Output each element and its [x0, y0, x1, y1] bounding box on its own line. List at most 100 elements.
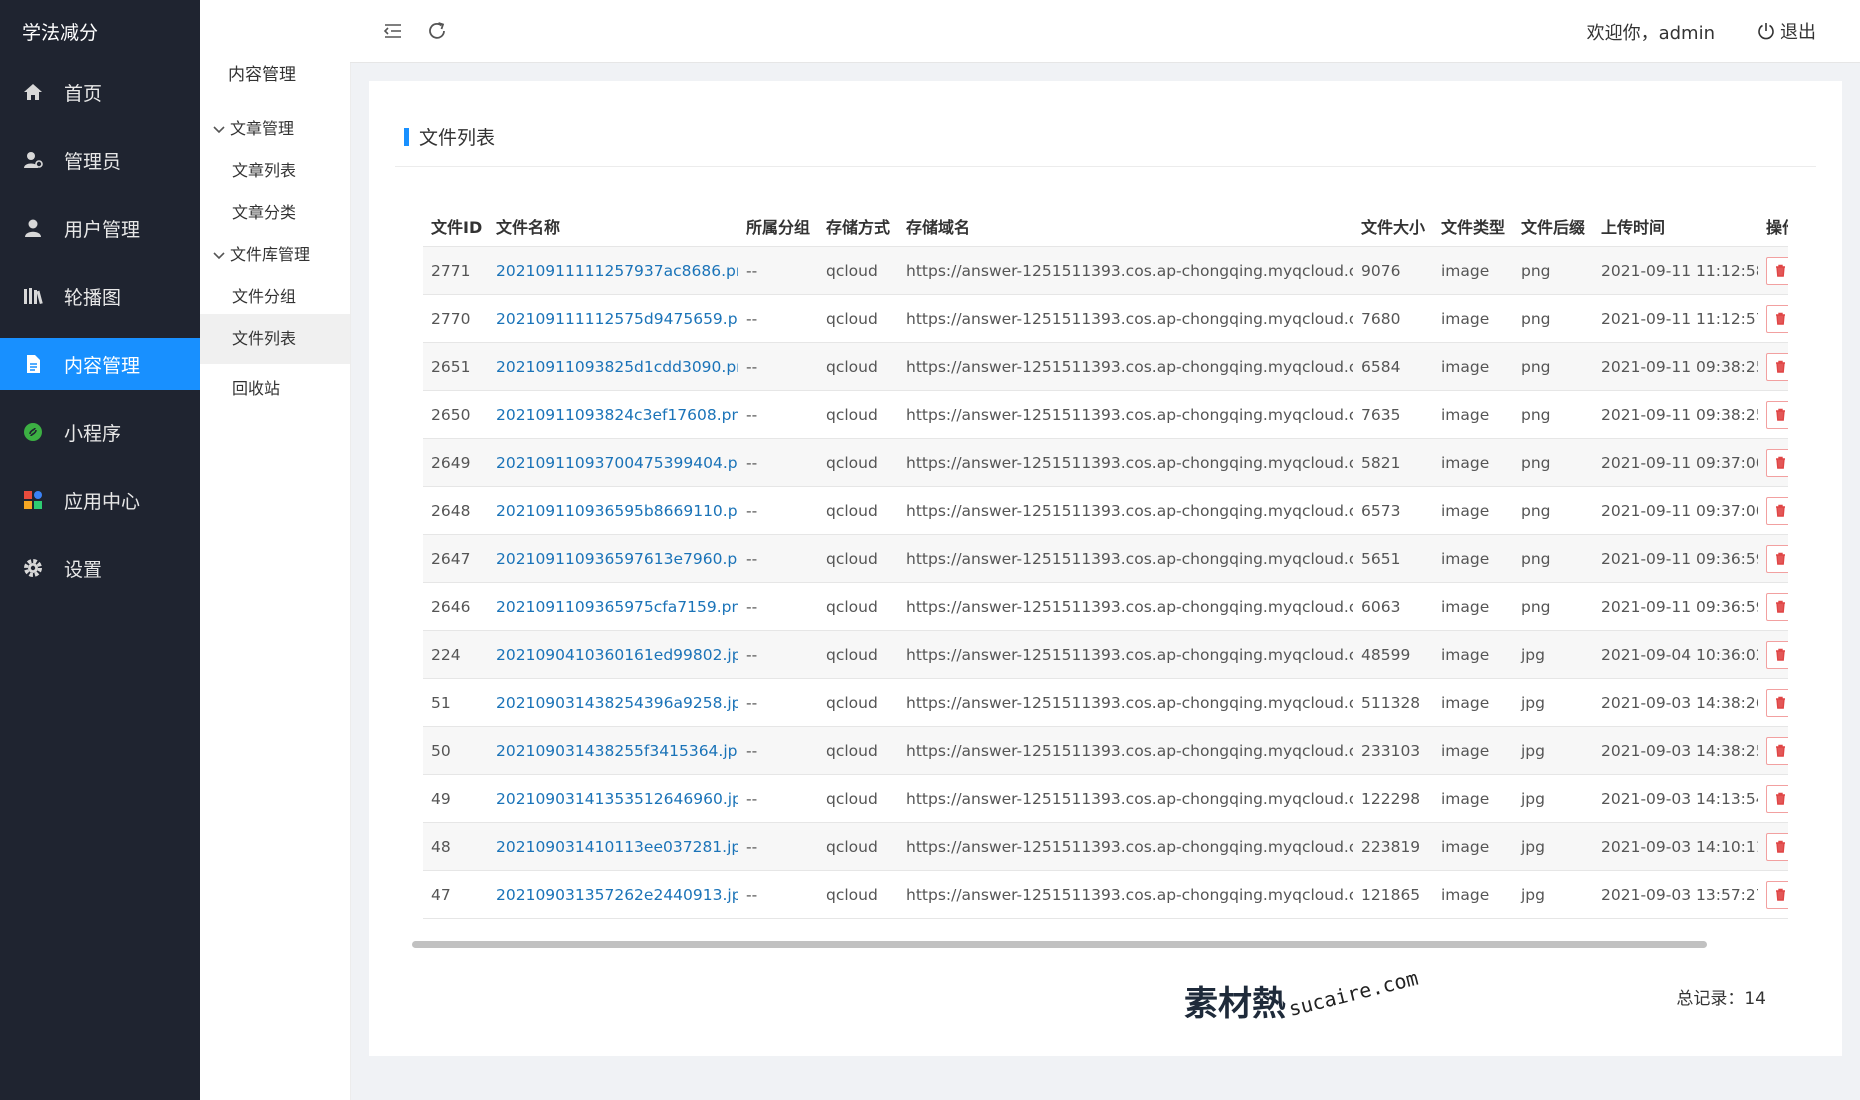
apps-icon — [22, 489, 44, 511]
cell-time: 2021-09-11 09:37:00 — [1593, 486, 1758, 535]
cell-size: 5651 — [1353, 534, 1433, 583]
watermark: 素材熱 sucaire.com — [1184, 966, 1424, 1025]
delete-button[interactable] — [1766, 832, 1788, 861]
cell-id: 2646 — [423, 582, 488, 631]
cell-type: image — [1433, 726, 1513, 775]
sidebar-item-7[interactable]: 设置 — [0, 542, 200, 594]
cell-size: 233103 — [1353, 726, 1433, 775]
cell-actions — [1758, 294, 1788, 343]
cell-size: 6063 — [1353, 582, 1433, 631]
cell-ext: png — [1513, 390, 1593, 439]
cell-type: image — [1433, 486, 1513, 535]
top-bar: 欢迎你，admin 退出 — [350, 0, 1860, 63]
total-records: 总记录：14 — [1676, 989, 1766, 1009]
cell-actions — [1758, 438, 1788, 487]
trash-icon — [1775, 792, 1785, 805]
sub-navigation: 内容管理 文章管理 文章列表 文章分类 文件库管理 文件分组 文件列表 回收站 — [200, 0, 351, 1100]
delete-button[interactable] — [1766, 640, 1788, 669]
cell-actions — [1758, 342, 1788, 391]
gear-icon — [22, 557, 44, 579]
delete-button[interactable] — [1766, 880, 1788, 909]
cell-name[interactable]: 202109110936595b8669110.png — [488, 486, 738, 535]
cell-name[interactable]: 20210911093824c3ef17608.png — [488, 390, 738, 439]
table-row: 2648 202109110936595b8669110.png -- qcloud h… — [423, 486, 1788, 535]
menu-fold-icon[interactable] — [382, 20, 404, 42]
cell-id: 47 — [423, 870, 488, 919]
cell-ext: png — [1513, 534, 1593, 583]
cell-name[interactable]: 202109031357262e2440913.jpg — [488, 870, 738, 919]
cell-name[interactable]: 20210911093700475399404.png — [488, 438, 738, 487]
cell-size: 9076 — [1353, 246, 1433, 295]
horizontal-scrollbar[interactable] — [412, 941, 1707, 948]
cell-name[interactable]: 202109031438254396a9258.jpg — [488, 678, 738, 727]
table-row: 49 20210903141353512646960.jpg -- qcloud htt… — [423, 774, 1788, 823]
delete-button[interactable] — [1766, 496, 1788, 525]
sidebar-item-label: 设置 — [64, 558, 103, 581]
cell-size: 223819 — [1353, 822, 1433, 871]
logout-button[interactable]: 退出 — [1756, 18, 1816, 44]
sidebar: 学法减分 首页管理员用户管理轮播图内容管理小程序应用中心设置 — [0, 0, 200, 1100]
delete-button[interactable] — [1766, 256, 1788, 285]
cell-actions — [1758, 534, 1788, 583]
trash-icon — [1775, 408, 1785, 421]
cell-name[interactable]: 2021091109365975cfa7159.png — [488, 582, 738, 631]
chevron-down-icon — [213, 252, 225, 260]
table-header-row: 文件ID文件名称所属分组存储方式存储域名文件大小文件类型文件后缀上传时间操作 — [423, 206, 1788, 247]
cell-id: 224 — [423, 630, 488, 679]
sidebar-item-4[interactable]: 内容管理 — [0, 338, 200, 390]
cell-name[interactable]: 20210911111257937ac8686.png — [488, 246, 738, 295]
cell-name[interactable]: 202109031438255f3415364.jpg — [488, 726, 738, 775]
delete-button[interactable] — [1766, 544, 1788, 573]
cell-ext: png — [1513, 342, 1593, 391]
cell-time: 2021-09-11 09:38:25 — [1593, 342, 1758, 391]
sidebar-item-5[interactable]: 小程序 — [0, 406, 200, 458]
refresh-icon[interactable] — [426, 20, 448, 42]
cell-ext: png — [1513, 246, 1593, 295]
cell-time: 2021-09-11 09:37:00 — [1593, 438, 1758, 487]
cell-name[interactable]: 20210911093825d1cdd3090.png — [488, 342, 738, 391]
cell-id: 2771 — [423, 246, 488, 295]
cell-type: image — [1433, 342, 1513, 391]
delete-button[interactable] — [1766, 448, 1788, 477]
cell-time: 2021-09-11 09:38:25 — [1593, 390, 1758, 439]
cell-id: 2650 — [423, 390, 488, 439]
cell-size: 122298 — [1353, 774, 1433, 823]
sidebar-item-3[interactable]: 轮播图 — [0, 270, 200, 322]
file-table-container[interactable]: 文件ID文件名称所属分组存储方式存储域名文件大小文件类型文件后缀上传时间操作 2… — [423, 206, 1788, 919]
sidebar-item-2[interactable]: 用户管理 — [0, 202, 200, 254]
cell-group: -- — [738, 534, 818, 583]
cell-group: -- — [738, 342, 818, 391]
cell-id: 2648 — [423, 486, 488, 535]
delete-button[interactable] — [1766, 352, 1788, 381]
subnav-item-recycle-bin[interactable]: 回收站 — [200, 364, 350, 414]
cell-ext: png — [1513, 438, 1593, 487]
cell-name[interactable]: 20210903141353512646960.jpg — [488, 774, 738, 823]
brand-title: 学法减分 — [22, 22, 99, 44]
delete-button[interactable] — [1766, 736, 1788, 765]
cell-group: -- — [738, 870, 818, 919]
delete-button[interactable] — [1766, 592, 1788, 621]
cell-storage: qcloud — [818, 726, 898, 775]
cell-group: -- — [738, 774, 818, 823]
delete-button[interactable] — [1766, 688, 1788, 717]
cell-storage: qcloud — [818, 390, 898, 439]
cell-size: 6573 — [1353, 486, 1433, 535]
cell-name[interactable]: 2021090410360161ed99802.jpg — [488, 630, 738, 679]
cell-name[interactable]: 202109110936597613e7960.png — [488, 534, 738, 583]
cell-time: 2021-09-03 14:38:26 — [1593, 678, 1758, 727]
cell-name[interactable]: 202109111112575d9475659.png — [488, 294, 738, 343]
cell-actions — [1758, 630, 1788, 679]
sidebar-item-0[interactable]: 首页 — [0, 66, 200, 118]
delete-button[interactable] — [1766, 400, 1788, 429]
cell-time: 2021-09-03 14:13:54 — [1593, 774, 1758, 823]
cell-type: image — [1433, 582, 1513, 631]
panel-title: 文件列表 — [404, 123, 495, 150]
delete-button[interactable] — [1766, 784, 1788, 813]
subnav-item-file-list[interactable]: 文件列表 — [200, 314, 350, 364]
cell-ext: jpg — [1513, 726, 1593, 775]
cell-name[interactable]: 202109031410113ee037281.jpg — [488, 822, 738, 871]
delete-button[interactable] — [1766, 304, 1788, 333]
sidebar-item-1[interactable]: 管理员 — [0, 134, 200, 186]
sidebar-item-6[interactable]: 应用中心 — [0, 474, 200, 526]
panel-title-text: 文件列表 — [419, 127, 496, 149]
